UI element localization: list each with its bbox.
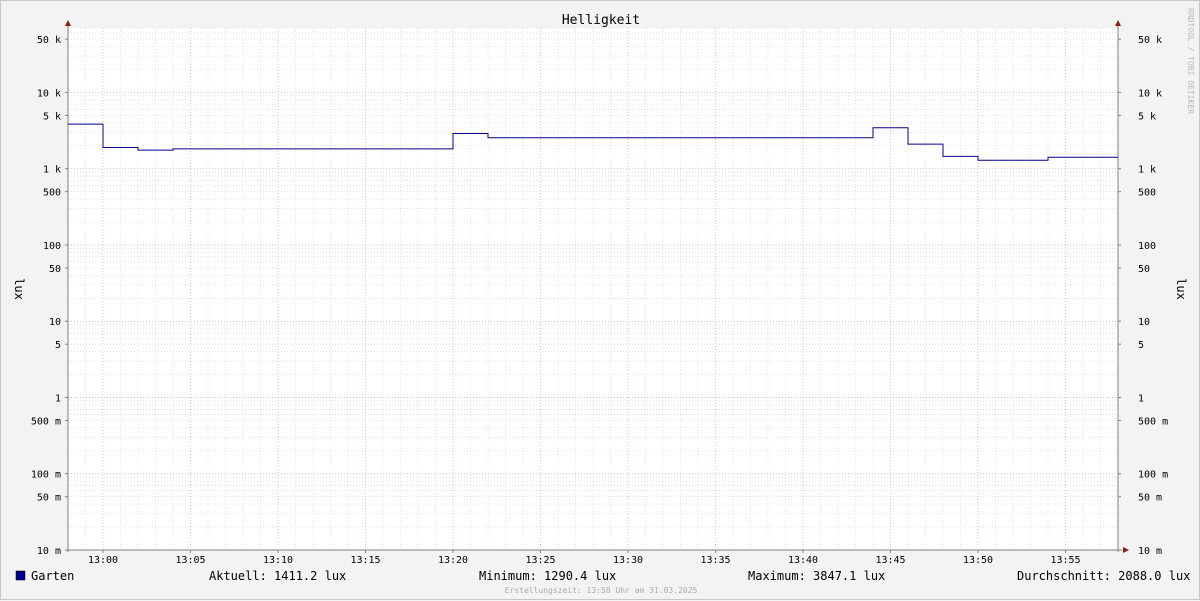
y-tick-label-left: 5: [55, 340, 61, 351]
x-tick-label: 13:45: [875, 555, 905, 566]
y-tick-label-right: 5 k: [1138, 111, 1156, 122]
y-axis-right-ticks: 50 k 10 k 5 k 1 k 500 100 50 10 5 1 500 m 100 m 50 m…: [1118, 35, 1168, 557]
chart-title: Helligkeit: [562, 13, 640, 28]
y-tick-label-right: 10 k: [1138, 88, 1162, 99]
y-tick-label-right: 50 m: [1138, 493, 1162, 504]
x-tick-label: 13:10: [263, 555, 293, 566]
y-tick-label-left: 1: [55, 393, 61, 404]
y-tick-label-left: 5 k: [43, 111, 61, 122]
y-tick-label-left: 50: [49, 264, 61, 275]
y-tick-label-left: 500: [43, 188, 61, 199]
x-axis-arrow: [1123, 547, 1129, 553]
chart-frame: 50 k 10 k 5 k 1 k 500 100 50 10 5 1 500 m 100 m 50 m…: [0, 0, 1200, 600]
y-tick-label-left: 10: [49, 317, 61, 328]
legend-maximum: Maximum: 3847.1 lux: [748, 569, 885, 583]
y-tick-label-right: 1: [1138, 393, 1144, 404]
y-tick-label-left: 50 m: [37, 493, 61, 504]
y-tick-label-left: 100: [43, 241, 61, 252]
y-tick-label-right: 500 m: [1138, 416, 1168, 427]
y-axis-label-right: lux: [1174, 278, 1188, 300]
legend-minimum: Minimum: 1290.4 lux: [479, 569, 616, 583]
y-tick-label-right: 5: [1138, 340, 1144, 351]
y-tick-label-right: 50: [1138, 264, 1150, 275]
y-tick-label-left: 100 m: [31, 470, 61, 481]
y-axis-arrow-left: [65, 20, 71, 26]
y-tick-label-left: 1 k: [43, 165, 61, 176]
chart-svg: 50 k 10 k 5 k 1 k 500 100 50 10 5 1 500 m 100 m 50 m…: [12, 8, 1195, 595]
y-tick-label-right: 100: [1138, 241, 1156, 252]
y-axis-label-left: lux: [12, 278, 26, 300]
y-tick-label-right: 500: [1138, 188, 1156, 199]
footer-timestamp: Erstellungszeit: 13:58 Uhr am 31.03.2025: [505, 586, 698, 595]
legend-average: Durchschnitt: 2088.0 lux: [1017, 569, 1190, 583]
legend-series-name: Garten: [31, 569, 74, 583]
y-tick-label-right: 100 m: [1138, 470, 1168, 481]
watermark-text: RRDTOOL / TOBI OETIKER: [1186, 8, 1195, 114]
y-tick-label-left: 10 m: [37, 546, 61, 557]
y-tick-label-right: 10 m: [1138, 546, 1162, 557]
x-tick-label: 13:55: [1050, 555, 1080, 566]
x-tick-label: 13:30: [613, 555, 643, 566]
legend-current: Aktuell: 1411.2 lux: [209, 569, 346, 583]
x-axis-ticks: 13:00 13:05 13:10 13:15 13:20 13:25 13:30 13:35…: [88, 550, 1081, 566]
x-tick-label: 13:25: [525, 555, 555, 566]
x-tick-label: 13:20: [438, 555, 468, 566]
y-tick-label-left: 500 m: [31, 416, 61, 427]
y-axis-left-ticks: 50 k 10 k 5 k 1 k 500 100 50 10 5 1 500 m 100 m 50 m…: [31, 35, 68, 557]
y-tick-label-right: 1 k: [1138, 165, 1156, 176]
x-tick-label: 13:35: [700, 555, 730, 566]
x-tick-label: 13:50: [963, 555, 993, 566]
x-tick-label: 13:00: [88, 555, 118, 566]
x-tick-label: 13:40: [788, 555, 818, 566]
y-tick-label-left: 50 k: [37, 35, 61, 46]
x-tick-label: 13:05: [175, 555, 205, 566]
y-axis-arrow-right: [1115, 20, 1121, 26]
y-tick-label-right: 50 k: [1138, 35, 1162, 46]
x-tick-label: 13:15: [350, 555, 380, 566]
legend-swatch: [15, 570, 26, 581]
y-tick-label-left: 10 k: [37, 88, 61, 99]
y-tick-label-right: 10: [1138, 317, 1150, 328]
